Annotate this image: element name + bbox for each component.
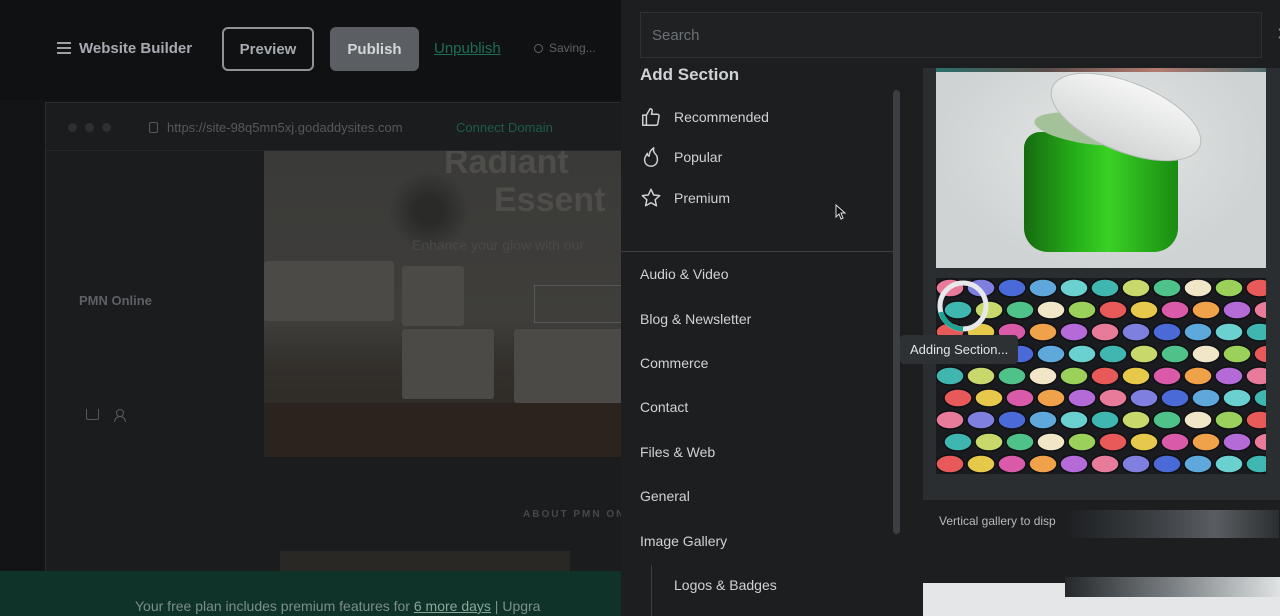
builder-topbar: Website Builder Preview Publish Unpublis… <box>0 0 621 100</box>
category-contact[interactable]: Contact <box>640 399 688 415</box>
hero-shelf <box>264 403 621 457</box>
filter-premium[interactable]: Premium <box>640 186 730 210</box>
preview-image-green-jar <box>936 68 1266 268</box>
unpublish-link[interactable]: Unpublish <box>434 40 501 57</box>
publish-button[interactable]: Publish <box>330 27 419 71</box>
site-url: https://site-98q5mn5xj.godaddysites.com <box>167 120 403 135</box>
free-plan-text: Your free plan includes premium features… <box>135 598 540 614</box>
panel-divider <box>621 251 894 252</box>
hero-image: Radiant Essent Enhance your glow with ou… <box>264 151 621 457</box>
filter-popular[interactable]: Popular <box>640 145 722 169</box>
subcategory-logos-badges[interactable]: Logos & Badges <box>674 577 777 593</box>
connect-domain-link[interactable]: Connect Domain <box>456 120 553 135</box>
site-brand-name: PMN Online <box>79 293 152 308</box>
hamburger-menu-icon[interactable] <box>57 42 71 54</box>
section-preview-card-2[interactable] <box>923 577 1280 616</box>
filter-label: Popular <box>674 149 723 165</box>
upgrade-link[interactable]: Upgra <box>502 598 540 614</box>
website-builder-area: Website Builder Preview Publish Unpublis… <box>0 0 621 616</box>
category-scrollbar[interactable] <box>893 90 900 534</box>
caption-fade-overlay <box>1065 510 1279 538</box>
window-dots <box>68 123 111 132</box>
hero-subtitle: Enhance your glow with our <box>412 237 584 253</box>
category-blog-newsletter[interactable]: Blog & Newsletter <box>640 311 751 327</box>
about-section-label: ABOUT PMN ON <box>523 509 621 520</box>
panel-title: Add Section <box>640 65 740 84</box>
category-audio-video[interactable]: Audio & Video <box>640 266 728 282</box>
saving-label: Saving... <box>549 41 596 55</box>
hero-jar <box>514 329 621 403</box>
close-icon[interactable]: ✕ <box>1276 24 1280 45</box>
mouse-cursor-icon <box>835 204 847 220</box>
star-icon <box>641 188 661 207</box>
filter-label: Recommended <box>674 109 769 125</box>
plan-separator: | <box>490 598 503 614</box>
subcategory-indent-line <box>651 565 652 616</box>
preview-button[interactable]: Preview <box>222 27 314 71</box>
category-image-gallery[interactable]: Image Gallery <box>640 533 727 549</box>
hero-title-line2: Essent <box>494 181 606 219</box>
saving-status: Saving... <box>534 41 596 55</box>
category-files-web[interactable]: Files & Web <box>640 444 715 460</box>
saving-spinner-icon <box>534 43 543 53</box>
user-icon[interactable] <box>114 409 126 422</box>
filter-recommended[interactable]: Recommended <box>640 105 769 129</box>
hero-cta-button[interactable] <box>534 285 621 323</box>
site-preview-frame: https://site-98q5mn5xj.godaddysites.com … <box>45 102 621 591</box>
days-remaining-link[interactable]: 6 more days <box>414 598 491 614</box>
app-title: Website Builder <box>79 40 193 57</box>
lock-icon <box>149 122 158 133</box>
plan-text-prefix: Your free plan includes premium features… <box>135 598 414 614</box>
hero-jar <box>402 266 464 326</box>
card-glare <box>1065 577 1280 597</box>
add-section-panel: ✕ Add Section Recommended Popular Premiu… <box>621 0 1280 616</box>
hero-title-line1: Radiant <box>444 151 569 181</box>
hero-jar <box>264 261 394 321</box>
image-edge <box>936 68 1266 72</box>
section-search-input[interactable] <box>640 12 1262 58</box>
loading-spinner-icon <box>937 280 989 332</box>
filter-label: Premium <box>674 190 731 206</box>
cart-icon[interactable] <box>86 409 99 420</box>
thumbs-up-icon <box>642 108 660 126</box>
hero-jar <box>402 329 494 399</box>
browser-bar: https://site-98q5mn5xj.godaddysites.com … <box>46 103 621 151</box>
adding-section-tooltip: Adding Section... <box>900 335 1019 364</box>
category-commerce[interactable]: Commerce <box>640 355 708 371</box>
flame-icon <box>643 147 659 167</box>
category-general[interactable]: General <box>640 488 690 504</box>
